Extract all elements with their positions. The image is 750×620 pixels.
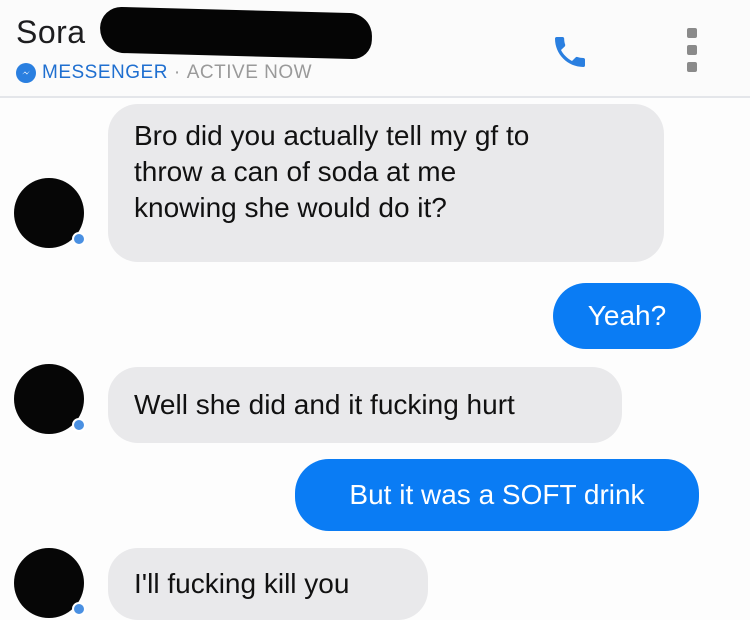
menu-dot xyxy=(687,45,697,55)
menu-dot xyxy=(687,62,697,72)
message-text: Well she did and it fucking hurt xyxy=(134,389,515,420)
status-separator: · xyxy=(173,62,181,83)
message-text: I'll fucking kill you xyxy=(134,568,350,599)
message-bubble-incoming[interactable]: Well she did and it fucking hurt xyxy=(108,367,622,443)
messenger-chat-screen: Sora MESSENGER · ACTIVE NOW Bro did you … xyxy=(0,0,750,620)
contact-avatar[interactable] xyxy=(14,364,86,434)
more-vertical-icon xyxy=(687,28,697,38)
read-receipt-icon xyxy=(72,602,86,616)
read-receipt-icon xyxy=(72,232,86,246)
message-bubble-incoming[interactable]: I'll fucking kill you xyxy=(108,548,428,620)
message-text: Bro did you actually tell my gf to throw… xyxy=(134,120,530,223)
active-status: ACTIVE NOW xyxy=(186,62,313,83)
platform-label: MESSENGER xyxy=(42,62,168,83)
messenger-icon xyxy=(16,63,36,83)
chat-header: Sora MESSENGER · ACTIVE NOW xyxy=(0,0,750,98)
redaction-scribble xyxy=(99,6,373,60)
message-bubble-outgoing[interactable]: Yeah? xyxy=(553,283,701,349)
call-button[interactable] xyxy=(546,28,594,76)
read-receipt-icon xyxy=(72,418,86,432)
message-text: But it was a SOFT drink xyxy=(349,479,645,510)
contact-avatar[interactable] xyxy=(14,548,86,618)
message-bubble-incoming[interactable]: Bro did you actually tell my gf to throw… xyxy=(108,104,664,262)
message-bubble-outgoing[interactable]: But it was a SOFT drink xyxy=(295,459,699,531)
contact-avatar[interactable] xyxy=(14,178,86,248)
contact-name[interactable]: Sora xyxy=(16,14,86,51)
phone-icon xyxy=(555,37,585,67)
status-row: MESSENGER · ACTIVE NOW xyxy=(16,62,312,84)
more-options-button[interactable] xyxy=(682,28,702,72)
message-text: Yeah? xyxy=(587,300,667,331)
